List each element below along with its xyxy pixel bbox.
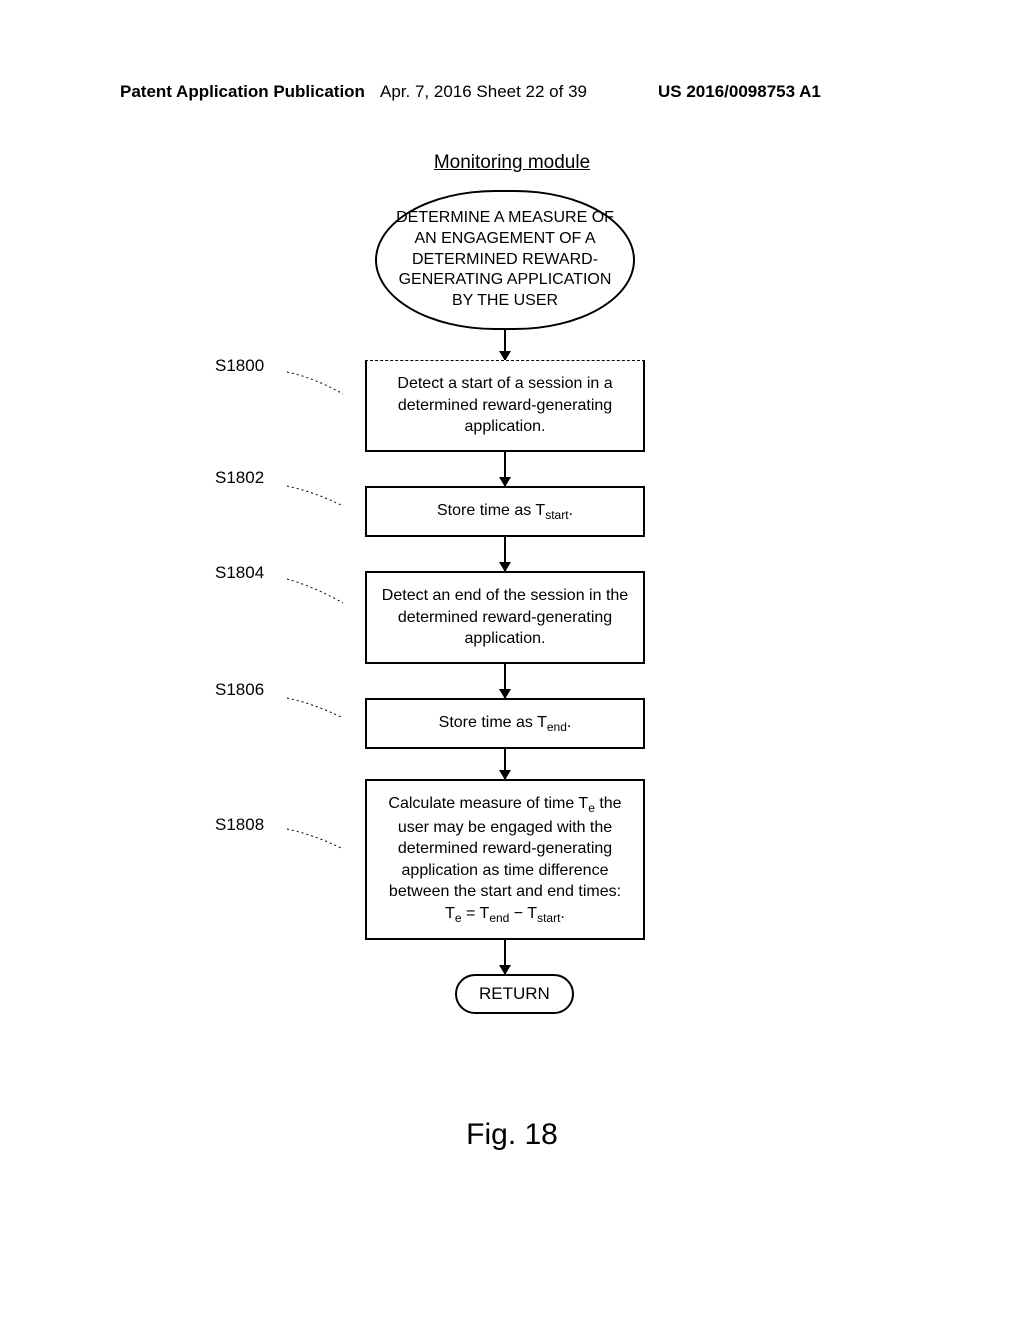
- step-s1806: S1806 Store time as Tend.: [355, 698, 655, 749]
- page: Patent Application Publication Apr. 7, 2…: [0, 0, 1024, 1320]
- arrow-down-icon: [504, 537, 655, 571]
- step-s1800: S1800 Detect a start of a session in a d…: [355, 360, 655, 452]
- section-title: Monitoring module: [0, 152, 1024, 174]
- step-s1808: S1808 Calculate measure of time Te the u…: [355, 779, 655, 940]
- arrow-down-icon: [504, 749, 655, 779]
- arrow-down-icon: [504, 452, 655, 486]
- start-terminal: DETERMINE A MEASURE OF AN ENGAGEMENT OF …: [375, 190, 635, 330]
- header-right: US 2016/0098753 A1: [658, 82, 821, 102]
- flowchart: DETERMINE A MEASURE OF AN ENGAGEMENT OF …: [0, 190, 1024, 1014]
- leader-line-icon: [285, 482, 345, 512]
- step-s1804: S1804 Detect an end of the session in th…: [355, 571, 655, 664]
- figure-label: Fig. 18: [0, 1118, 1024, 1152]
- step-box: Store time as Tend.: [365, 698, 645, 749]
- leader-line-icon: [285, 370, 345, 400]
- arrow-down-icon: [504, 664, 655, 698]
- return-terminal: RETURN: [455, 974, 574, 1014]
- step-box: Calculate measure of time Te the user ma…: [365, 779, 645, 940]
- leader-line-icon: [285, 577, 345, 607]
- step-s1802: S1802 Store time as Tstart.: [355, 486, 655, 537]
- step-box: Detect a start of a session in a determi…: [365, 360, 645, 452]
- arrow-down-icon: [504, 940, 655, 974]
- header-left: Patent Application Publication: [120, 82, 365, 102]
- arrow-down-icon: [504, 330, 655, 360]
- header-mid: Apr. 7, 2016 Sheet 22 of 39: [380, 82, 587, 102]
- step-box: Detect an end of the session in the dete…: [365, 571, 645, 664]
- leader-line-icon: [285, 694, 345, 724]
- leader-line-icon: [285, 825, 345, 855]
- step-box: Store time as Tstart.: [365, 486, 645, 537]
